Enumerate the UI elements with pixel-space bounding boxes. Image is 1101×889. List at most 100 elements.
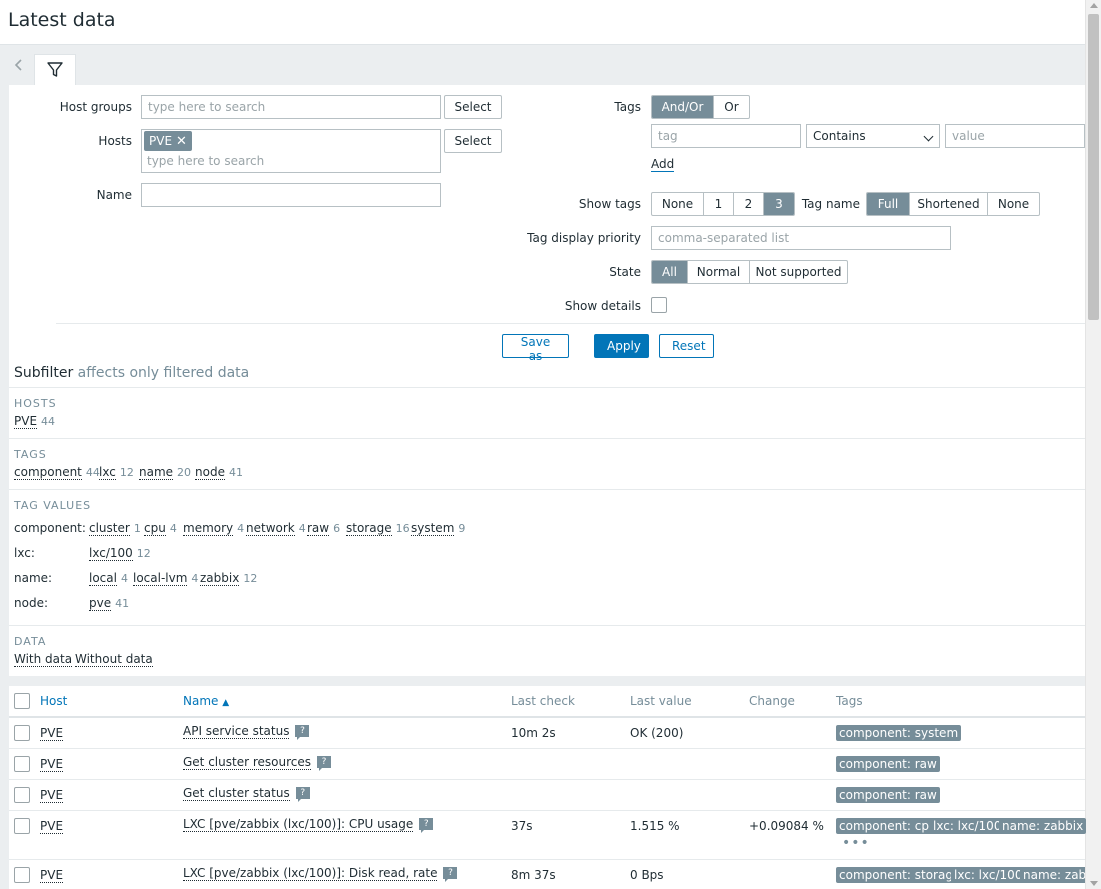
show-tags-1[interactable]: 1 — [704, 193, 734, 215]
filter-tab[interactable] — [34, 54, 76, 86]
row-host-link[interactable]: PVE — [40, 869, 64, 883]
tag-value-item[interactable]: local-lvm 4 — [133, 571, 198, 586]
row-tag[interactable]: lxc: lxc/100 — [930, 818, 1005, 834]
scroll-thumb[interactable] — [1088, 14, 1099, 320]
tag-value-item[interactable]: pve 41 — [89, 596, 129, 611]
subfilter-with-data[interactable]: With data — [14, 652, 73, 667]
subfilter-data-heading: DATA — [14, 635, 47, 648]
filter-icon — [47, 62, 63, 77]
tag-name-shortened[interactable]: Shortened — [910, 193, 988, 215]
subfilter-host-item[interactable]: PVE 44 — [14, 414, 55, 429]
hosts-select-button[interactable]: Select — [444, 129, 502, 153]
tag-value-item[interactable]: storage 16 — [346, 521, 410, 536]
tag-value-item[interactable]: network 4 — [246, 521, 306, 536]
add-tag-link[interactable]: Add — [651, 158, 675, 172]
tag-value-item[interactable]: raw 6 — [307, 521, 340, 536]
row-checkbox[interactable] — [14, 867, 30, 883]
row-host-link[interactable]: PVE — [40, 789, 64, 803]
help-icon[interactable]: ? — [295, 787, 310, 802]
row-tag[interactable]: lxc: lxc/100 — [951, 867, 1026, 883]
hosts-label: Hosts — [98, 134, 132, 148]
tag-value-item[interactable]: lxc/100 12 — [89, 546, 151, 561]
show-tags-none[interactable]: None — [652, 193, 704, 215]
column-header-host[interactable]: Host — [40, 694, 67, 708]
subfilter-tags-heading: TAGS — [14, 448, 47, 461]
row-divider — [9, 810, 1085, 811]
row-last-value: 1.515 % — [630, 819, 680, 833]
row-tag[interactable]: component: storage — [836, 867, 964, 883]
subfilter-tag-item[interactable]: node 41 — [195, 465, 243, 480]
row-host-link[interactable]: PVE — [40, 727, 64, 741]
host-groups-label: Host groups — [59, 100, 132, 114]
host-groups-input[interactable]: type here to search — [141, 95, 441, 119]
state-all[interactable]: All — [652, 261, 688, 283]
help-icon[interactable]: ? — [295, 725, 310, 740]
row-item-name-link[interactable]: Get cluster status — [183, 786, 290, 801]
tag-value-item[interactable]: system 9 — [411, 521, 465, 536]
tag-priority-input[interactable]: comma-separated list — [651, 226, 951, 250]
row-checkbox[interactable] — [14, 818, 30, 834]
save-as-button[interactable]: Save as — [502, 334, 569, 363]
subfilter-hosts-heading: HOSTS — [14, 397, 57, 410]
show-tags-2[interactable]: 2 — [734, 193, 764, 215]
subfilter-hint: affects only filtered data — [77, 365, 250, 381]
vertical-scrollbar[interactable] — [1085, 0, 1101, 889]
apply-button[interactable]: Apply — [594, 334, 649, 358]
help-icon[interactable]: ? — [443, 867, 458, 882]
row-item-name-link[interactable]: LXC [pve/zabbix (lxc/100)]: Disk read, r… — [183, 866, 438, 881]
column-header-last-check: Last check — [511, 694, 575, 708]
subfilter-tag-item[interactable]: component 44 — [14, 465, 100, 480]
tag-value-row-label: name: — [14, 571, 53, 585]
tag-value-item[interactable]: zabbix 12 — [200, 571, 257, 586]
row-item-name-link[interactable]: LXC [pve/zabbix (lxc/100)]: CPU usage — [183, 817, 414, 832]
row-tag[interactable]: name: zabb — [1020, 867, 1085, 883]
row-host-link[interactable]: PVE — [40, 820, 64, 834]
tags-logic-toggle: And/Or Or — [651, 95, 750, 119]
subfilter-panel — [9, 360, 1085, 676]
tag-name-full[interactable]: Full — [867, 193, 910, 215]
scroll-up-arrow-icon[interactable] — [1090, 3, 1098, 8]
row-tag[interactable]: component: raw — [836, 787, 940, 803]
column-header-name[interactable]: Name ▲ — [183, 694, 229, 708]
row-tag[interactable]: component: system — [836, 725, 962, 741]
row-item-name-link[interactable]: Get cluster resources — [183, 755, 311, 770]
row-host-link[interactable]: PVE — [40, 758, 64, 772]
tags-logic-andor[interactable]: And/Or — [652, 96, 714, 118]
chevron-left-icon[interactable] — [12, 58, 26, 72]
tag-operator-select[interactable]: Contains — [806, 124, 940, 148]
tag-value-item[interactable]: memory 4 — [183, 521, 244, 536]
row-tag[interactable]: component: raw — [836, 756, 940, 772]
row-tag[interactable]: name: zabbix — [999, 818, 1087, 834]
tag-name-none[interactable]: None — [988, 193, 1039, 215]
tag-value-item[interactable]: local 4 — [89, 571, 128, 586]
help-icon[interactable]: ? — [419, 818, 434, 833]
close-icon[interactable]: ✕ — [176, 134, 187, 149]
host-groups-select-button[interactable]: Select — [444, 95, 502, 119]
subfilter-without-data[interactable]: Without data — [75, 652, 153, 667]
show-details-checkbox[interactable] — [651, 297, 667, 313]
row-checkbox[interactable] — [14, 725, 30, 741]
row-divider — [9, 779, 1085, 780]
help-icon[interactable]: ? — [316, 756, 331, 771]
row-tag[interactable]: component: cpu — [836, 818, 940, 834]
subfilter-tag-item[interactable]: lxc 12 — [99, 465, 134, 480]
state-normal[interactable]: Normal — [688, 261, 750, 283]
name-input[interactable] — [141, 183, 441, 207]
select-all-checkbox[interactable] — [14, 693, 30, 709]
tag-value-item[interactable]: cluster 1 — [89, 521, 141, 536]
row-item-name-link[interactable]: API service status — [183, 724, 290, 739]
subfilter-tag-item[interactable]: name 20 — [139, 465, 191, 480]
more-tags-icon[interactable]: ••• — [842, 835, 870, 851]
row-divider — [9, 859, 1085, 860]
tag-value-input[interactable]: value — [945, 124, 1085, 148]
tag-value-item[interactable]: cpu 4 — [144, 521, 177, 536]
subfilter-tag-values-heading: TAG VALUES — [14, 499, 92, 512]
row-last-value: 0 Bps — [630, 868, 664, 882]
reset-button[interactable]: Reset — [659, 334, 714, 358]
state-not-supported[interactable]: Not supported — [750, 261, 847, 283]
scroll-down-arrow-icon[interactable] — [1090, 881, 1098, 886]
row-checkbox[interactable] — [14, 787, 30, 803]
tags-logic-or[interactable]: Or — [714, 96, 749, 118]
tag-input[interactable]: tag — [651, 124, 801, 148]
row-checkbox[interactable] — [14, 756, 30, 772]
